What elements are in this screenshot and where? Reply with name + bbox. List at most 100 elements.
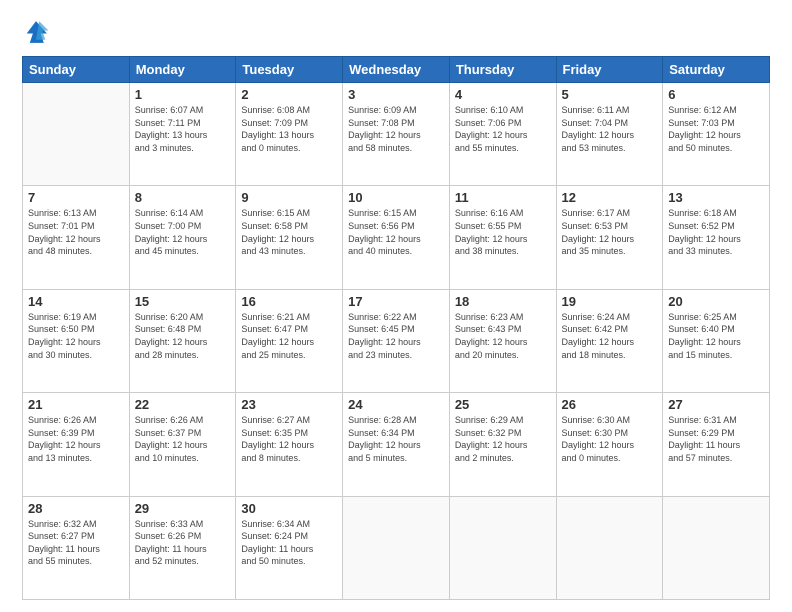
calendar-week-4: 21 Sunrise: 6:26 AM Sunset: 6:39 PM Dayli… xyxy=(23,393,770,496)
calendar-header: SundayMondayTuesdayWednesdayThursdayFrid… xyxy=(23,57,770,83)
day-info: Sunrise: 6:26 AM Sunset: 6:39 PM Dayligh… xyxy=(28,414,124,464)
weekday-header-friday: Friday xyxy=(556,57,663,83)
day-number: 8 xyxy=(135,190,231,205)
day-info: Sunrise: 6:28 AM Sunset: 6:34 PM Dayligh… xyxy=(348,414,444,464)
calendar-cell: 11 Sunrise: 6:16 AM Sunset: 6:55 PM Dayli… xyxy=(449,186,556,289)
calendar-cell xyxy=(663,496,770,599)
day-number: 15 xyxy=(135,294,231,309)
day-number: 19 xyxy=(562,294,658,309)
day-number: 27 xyxy=(668,397,764,412)
day-number: 2 xyxy=(241,87,337,102)
weekday-header-wednesday: Wednesday xyxy=(343,57,450,83)
calendar-cell: 17 Sunrise: 6:22 AM Sunset: 6:45 PM Dayli… xyxy=(343,289,450,392)
day-info: Sunrise: 6:26 AM Sunset: 6:37 PM Dayligh… xyxy=(135,414,231,464)
calendar-cell xyxy=(23,83,130,186)
calendar-cell: 14 Sunrise: 6:19 AM Sunset: 6:50 PM Dayli… xyxy=(23,289,130,392)
calendar-week-1: 1 Sunrise: 6:07 AM Sunset: 7:11 PM Daylig… xyxy=(23,83,770,186)
calendar-cell: 29 Sunrise: 6:33 AM Sunset: 6:26 PM Dayli… xyxy=(129,496,236,599)
day-number: 14 xyxy=(28,294,124,309)
day-number: 30 xyxy=(241,501,337,516)
day-info: Sunrise: 6:12 AM Sunset: 7:03 PM Dayligh… xyxy=(668,104,764,154)
calendar-cell: 1 Sunrise: 6:07 AM Sunset: 7:11 PM Daylig… xyxy=(129,83,236,186)
calendar-week-2: 7 Sunrise: 6:13 AM Sunset: 7:01 PM Daylig… xyxy=(23,186,770,289)
day-number: 29 xyxy=(135,501,231,516)
calendar-cell: 7 Sunrise: 6:13 AM Sunset: 7:01 PM Daylig… xyxy=(23,186,130,289)
calendar-cell: 4 Sunrise: 6:10 AM Sunset: 7:06 PM Daylig… xyxy=(449,83,556,186)
day-number: 24 xyxy=(348,397,444,412)
weekday-header-thursday: Thursday xyxy=(449,57,556,83)
day-number: 28 xyxy=(28,501,124,516)
day-info: Sunrise: 6:24 AM Sunset: 6:42 PM Dayligh… xyxy=(562,311,658,361)
logo xyxy=(22,18,54,46)
day-info: Sunrise: 6:11 AM Sunset: 7:04 PM Dayligh… xyxy=(562,104,658,154)
weekday-header-monday: Monday xyxy=(129,57,236,83)
day-info: Sunrise: 6:30 AM Sunset: 6:30 PM Dayligh… xyxy=(562,414,658,464)
weekday-header-tuesday: Tuesday xyxy=(236,57,343,83)
day-info: Sunrise: 6:15 AM Sunset: 6:58 PM Dayligh… xyxy=(241,207,337,257)
calendar-cell xyxy=(556,496,663,599)
day-info: Sunrise: 6:27 AM Sunset: 6:35 PM Dayligh… xyxy=(241,414,337,464)
day-number: 10 xyxy=(348,190,444,205)
day-number: 17 xyxy=(348,294,444,309)
calendar-cell: 18Sunrise: 6:23 AM Sunset: 6:43 PM Dayli… xyxy=(449,289,556,392)
day-number: 3 xyxy=(348,87,444,102)
day-info: Sunrise: 6:08 AM Sunset: 7:09 PM Dayligh… xyxy=(241,104,337,154)
day-number: 26 xyxy=(562,397,658,412)
day-number: 6 xyxy=(668,87,764,102)
weekday-header-row: SundayMondayTuesdayWednesdayThursdayFrid… xyxy=(23,57,770,83)
day-number: 23 xyxy=(241,397,337,412)
calendar-cell: 5 Sunrise: 6:11 AM Sunset: 7:04 PM Daylig… xyxy=(556,83,663,186)
day-number: 21 xyxy=(28,397,124,412)
weekday-header-sunday: Sunday xyxy=(23,57,130,83)
day-info: Sunrise: 6:23 AM Sunset: 6:43 PM Dayligh… xyxy=(455,311,551,361)
day-number: 5 xyxy=(562,87,658,102)
calendar-cell: 8Sunrise: 6:14 AM Sunset: 7:00 PM Daylig… xyxy=(129,186,236,289)
calendar-cell xyxy=(343,496,450,599)
day-info: Sunrise: 6:09 AM Sunset: 7:08 PM Dayligh… xyxy=(348,104,444,154)
calendar-cell: 30Sunrise: 6:34 AM Sunset: 6:24 PM Dayli… xyxy=(236,496,343,599)
day-info: Sunrise: 6:16 AM Sunset: 6:55 PM Dayligh… xyxy=(455,207,551,257)
day-info: Sunrise: 6:13 AM Sunset: 7:01 PM Dayligh… xyxy=(28,207,124,257)
day-number: 22 xyxy=(135,397,231,412)
calendar-cell: 22 Sunrise: 6:26 AM Sunset: 6:37 PM Dayli… xyxy=(129,393,236,496)
calendar-cell: 3 Sunrise: 6:09 AM Sunset: 7:08 PM Daylig… xyxy=(343,83,450,186)
calendar-cell: 28 Sunrise: 6:32 AM Sunset: 6:27 PM Dayli… xyxy=(23,496,130,599)
calendar-cell: 26 Sunrise: 6:30 AM Sunset: 6:30 PM Dayli… xyxy=(556,393,663,496)
calendar-cell: 20 Sunrise: 6:25 AM Sunset: 6:40 PM Dayli… xyxy=(663,289,770,392)
calendar-week-5: 28 Sunrise: 6:32 AM Sunset: 6:27 PM Dayli… xyxy=(23,496,770,599)
day-number: 9 xyxy=(241,190,337,205)
calendar-cell xyxy=(449,496,556,599)
calendar-cell: 13Sunrise: 6:18 AM Sunset: 6:52 PM Dayli… xyxy=(663,186,770,289)
calendar-cell: 25 Sunrise: 6:29 AM Sunset: 6:32 PM Dayli… xyxy=(449,393,556,496)
day-number: 25 xyxy=(455,397,551,412)
day-info: Sunrise: 6:25 AM Sunset: 6:40 PM Dayligh… xyxy=(668,311,764,361)
calendar-cell: 12Sunrise: 6:17 AM Sunset: 6:53 PM Dayli… xyxy=(556,186,663,289)
calendar-cell: 15 Sunrise: 6:20 AM Sunset: 6:48 PM Dayli… xyxy=(129,289,236,392)
calendar-week-3: 14 Sunrise: 6:19 AM Sunset: 6:50 PM Dayli… xyxy=(23,289,770,392)
day-number: 20 xyxy=(668,294,764,309)
calendar-cell: 6 Sunrise: 6:12 AM Sunset: 7:03 PM Daylig… xyxy=(663,83,770,186)
day-info: Sunrise: 6:20 AM Sunset: 6:48 PM Dayligh… xyxy=(135,311,231,361)
day-info: Sunrise: 6:29 AM Sunset: 6:32 PM Dayligh… xyxy=(455,414,551,464)
day-info: Sunrise: 6:33 AM Sunset: 6:26 PM Dayligh… xyxy=(135,518,231,568)
day-info: Sunrise: 6:07 AM Sunset: 7:11 PM Dayligh… xyxy=(135,104,231,154)
calendar-cell: 16 Sunrise: 6:21 AM Sunset: 6:47 PM Dayli… xyxy=(236,289,343,392)
day-info: Sunrise: 6:21 AM Sunset: 6:47 PM Dayligh… xyxy=(241,311,337,361)
day-number: 4 xyxy=(455,87,551,102)
day-info: Sunrise: 6:18 AM Sunset: 6:52 PM Dayligh… xyxy=(668,207,764,257)
day-info: Sunrise: 6:10 AM Sunset: 7:06 PM Dayligh… xyxy=(455,104,551,154)
logo-icon xyxy=(22,18,50,46)
calendar-cell: 19 Sunrise: 6:24 AM Sunset: 6:42 PM Dayli… xyxy=(556,289,663,392)
day-info: Sunrise: 6:19 AM Sunset: 6:50 PM Dayligh… xyxy=(28,311,124,361)
calendar-cell: 9 Sunrise: 6:15 AM Sunset: 6:58 PM Daylig… xyxy=(236,186,343,289)
calendar-cell: 10 Sunrise: 6:15 AM Sunset: 6:56 PM Dayli… xyxy=(343,186,450,289)
day-number: 16 xyxy=(241,294,337,309)
page: SundayMondayTuesdayWednesdayThursdayFrid… xyxy=(0,0,792,612)
day-info: Sunrise: 6:32 AM Sunset: 6:27 PM Dayligh… xyxy=(28,518,124,568)
day-info: Sunrise: 6:15 AM Sunset: 6:56 PM Dayligh… xyxy=(348,207,444,257)
day-number: 7 xyxy=(28,190,124,205)
day-number: 1 xyxy=(135,87,231,102)
day-info: Sunrise: 6:31 AM Sunset: 6:29 PM Dayligh… xyxy=(668,414,764,464)
day-number: 11 xyxy=(455,190,551,205)
day-info: Sunrise: 6:22 AM Sunset: 6:45 PM Dayligh… xyxy=(348,311,444,361)
